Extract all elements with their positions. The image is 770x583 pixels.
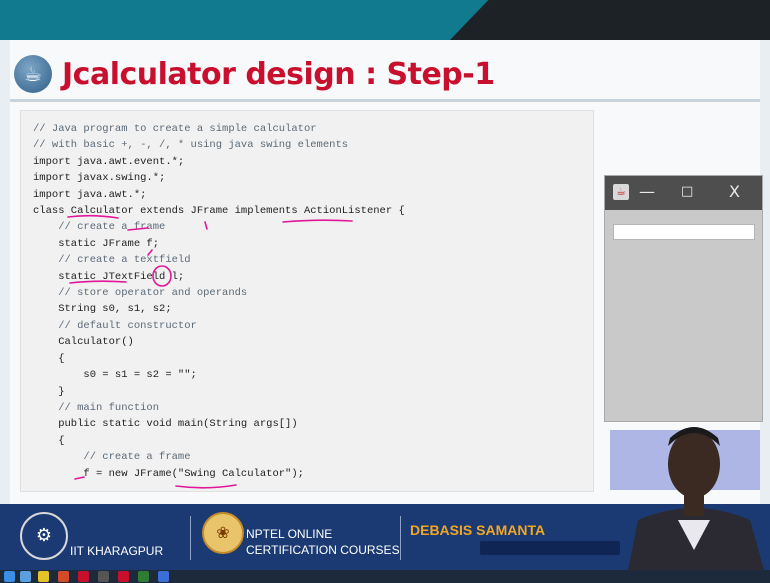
- spreadsheet-icon[interactable]: [138, 571, 149, 582]
- code-line: f = new JFrame("Swing Calculator");: [33, 467, 304, 480]
- swing-calculator-window[interactable]: ☕ — □ X: [604, 175, 763, 422]
- app-icon[interactable]: [58, 571, 69, 582]
- footer-divider: [400, 516, 401, 560]
- iit-label: IIT KHARAGPUR: [70, 544, 164, 558]
- java-logo-icon: ☕: [14, 55, 52, 93]
- code-line: // store operator and operands: [33, 287, 248, 300]
- code-line: }: [33, 385, 65, 398]
- code-line: static JTextField l;: [33, 270, 185, 283]
- editor-icon[interactable]: [158, 571, 169, 582]
- presentation-icon[interactable]: [118, 571, 129, 582]
- code-line: static JFrame f;: [33, 237, 160, 250]
- code-block: // Java program to create a simple calcu…: [33, 121, 405, 482]
- code-line: String s0, s1, s2;: [33, 303, 172, 316]
- calculator-text-field[interactable]: [613, 224, 755, 240]
- browser-icon[interactable]: [20, 571, 31, 582]
- nptel-label-line1: NPTEL ONLINE: [246, 527, 333, 541]
- code-line: class Calculator extends JFrame implemen…: [33, 205, 405, 218]
- code-line: // create a frame: [33, 451, 191, 464]
- code-panel: // Java program to create a simple calcu…: [20, 110, 594, 492]
- code-line: import java.awt.*;: [33, 188, 147, 201]
- java-cup-icon: ☕: [613, 184, 629, 200]
- presenter-video: [628, 427, 764, 570]
- swing-window-titlebar[interactable]: ☕ — □ X: [605, 176, 762, 210]
- top-banner-dark-segment: [450, 0, 770, 40]
- title-divider: [10, 99, 760, 102]
- code-line: // create a frame: [33, 221, 166, 234]
- code-line: // create a textfield: [33, 254, 191, 267]
- slide-header: ☕ Jcalculator design : Step-1: [14, 52, 495, 96]
- code-line: public static void main(String args[]): [33, 418, 298, 431]
- code-line: {: [33, 434, 65, 447]
- code-line: import java.awt.event.*;: [33, 155, 185, 168]
- nptel-logo-icon: ❀: [202, 512, 244, 554]
- pdf-icon[interactable]: [78, 571, 89, 582]
- code-line: Calculator(): [33, 336, 134, 349]
- close-button[interactable]: X: [729, 182, 740, 201]
- minimize-button[interactable]: —: [639, 182, 655, 201]
- footer-divider: [190, 516, 191, 560]
- code-line: import javax.swing.*;: [33, 172, 166, 185]
- os-taskbar: [0, 570, 770, 583]
- speaker-name: DEBASIS SAMANTA: [410, 522, 546, 538]
- folder-icon[interactable]: [38, 571, 49, 582]
- code-line: // with basic +, -, /, * using java swin…: [33, 139, 349, 152]
- slide-nav-strip[interactable]: [480, 541, 620, 555]
- media-icon[interactable]: [98, 571, 109, 582]
- slide-title: Jcalculator design : Step-1: [62, 56, 495, 92]
- code-line: // default constructor: [33, 319, 197, 332]
- code-line: s0 = s1 = s2 = "";: [33, 369, 197, 382]
- maximize-button[interactable]: □: [681, 184, 693, 199]
- nptel-label-line2: CERTIFICATION COURSES: [246, 543, 400, 557]
- iit-logo-icon: ⚙: [20, 512, 68, 560]
- start-icon[interactable]: [4, 571, 15, 582]
- code-line: {: [33, 352, 65, 365]
- code-line: // main function: [33, 401, 160, 414]
- code-line: // Java program to create a simple calcu…: [33, 123, 317, 135]
